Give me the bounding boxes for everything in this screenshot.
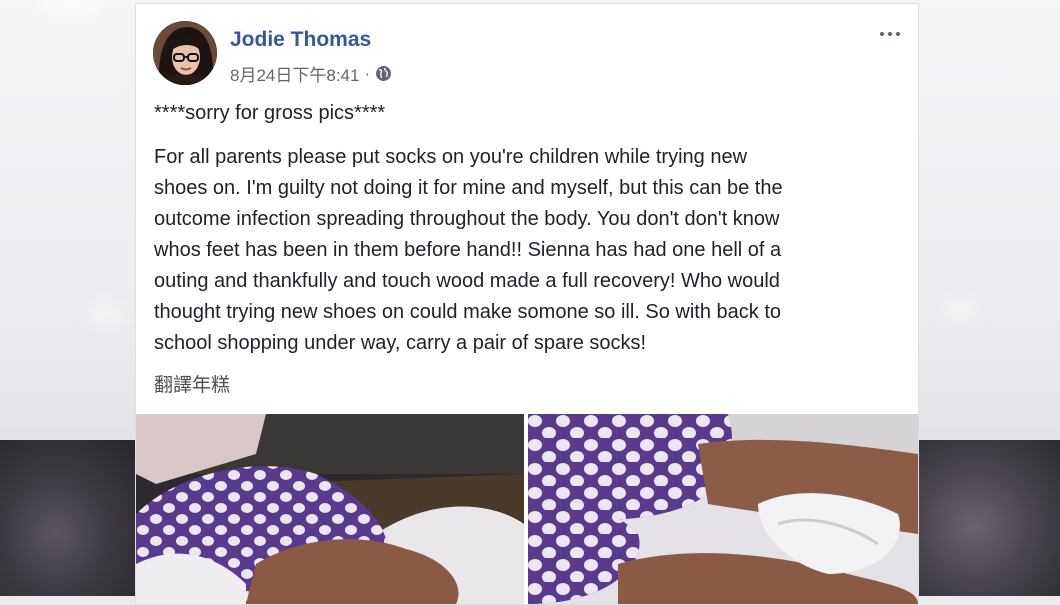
- more-dot-icon: [880, 32, 884, 36]
- see-translation-link[interactable]: 翻譯年糕: [154, 370, 230, 397]
- more-dot-icon: [888, 32, 892, 36]
- avatar-image: [153, 21, 217, 85]
- photo-image: [136, 414, 524, 604]
- more-dot-icon: [896, 32, 900, 36]
- meta-separator: ·: [364, 63, 371, 83]
- post-photo-left[interactable]: [136, 414, 524, 604]
- background-left-bottom: [0, 440, 140, 596]
- more-options-button[interactable]: [876, 24, 904, 44]
- post-body-text: For all parents please put socks on you'…: [154, 146, 783, 354]
- photo-image: [528, 414, 918, 604]
- post-timestamp[interactable]: 8月24日下午8:41: [230, 61, 359, 86]
- post-text-first-line: ****sorry for gross pics****: [154, 102, 386, 124]
- author-name-link[interactable]: Jodie Thomas: [230, 28, 371, 52]
- post-photo-right[interactable]: [528, 414, 918, 604]
- background-blob: [85, 300, 125, 328]
- background-right-bottom: [918, 440, 1060, 596]
- facebook-post-card: Jodie Thomas 8月24日下午8:41 · ****sorry for…: [135, 3, 919, 605]
- avatar[interactable]: [153, 21, 217, 85]
- background-blob: [940, 298, 980, 324]
- globe-icon[interactable]: [375, 65, 392, 82]
- post-meta: 8月24日下午8:41 ·: [230, 61, 392, 86]
